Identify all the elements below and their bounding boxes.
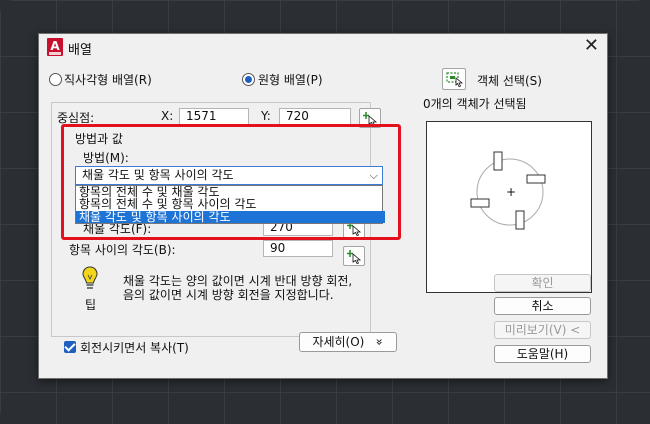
rotate-copy-checkbox[interactable] <box>64 341 76 353</box>
polar-array-radio[interactable] <box>242 73 255 86</box>
lightbulb-icon <box>82 266 98 289</box>
more-button-label: 자세히(O) <box>312 335 365 349</box>
tip-text-line-2: 음의 값이면 시계 방향 회전을 지정합니다. <box>123 288 334 302</box>
item-angle-input[interactable]: 90 <box>263 240 333 257</box>
app-icon-underline <box>49 52 61 55</box>
center-x-input[interactable]: 1571 <box>179 108 249 125</box>
help-button[interactable]: 도움말(H) <box>494 345 591 363</box>
pick-item-angle-button[interactable] <box>343 246 365 266</box>
cancel-button[interactable]: 취소 <box>494 297 591 315</box>
selected-count-status: 0개의 객체가 선택됨 <box>423 97 527 111</box>
preview-item-left <box>470 198 490 208</box>
preview-center-mark: + <box>506 185 516 199</box>
ok-button[interactable]: 확인 <box>494 274 591 292</box>
center-y-label: Y: <box>261 109 271 123</box>
item-angle-label: 항목 사이의 각도(B): <box>69 243 176 257</box>
preview-item-right <box>526 174 546 184</box>
title-bar: A 배열 ✕ <box>39 34 607 61</box>
array-preview-drawing: + <box>470 151 546 230</box>
preview-item-bottom <box>515 210 525 230</box>
rectangular-array-radio[interactable] <box>49 73 62 86</box>
pick-angle-icon <box>347 250 362 264</box>
center-y-input[interactable]: 720 <box>279 108 351 125</box>
autocad-app-icon: A <box>47 38 63 56</box>
rectangular-array-label[interactable]: 직사각형 배열(R) <box>64 71 152 88</box>
rotate-copy-label[interactable]: 회전시키면서 복사(T) <box>80 339 189 356</box>
chevron-double-down-icon: » <box>372 338 387 346</box>
tip-label: 팁 <box>85 298 97 312</box>
select-objects-button[interactable] <box>442 68 466 90</box>
center-x-label: X: <box>161 109 174 123</box>
select-objects-icon <box>446 72 464 87</box>
window-title: 배열 <box>68 43 92 58</box>
select-objects-label: 객체 선택(S) <box>477 74 542 88</box>
more-button[interactable]: 자세히(O) » <box>299 332 397 352</box>
highlight-annotation <box>61 124 401 240</box>
preview-button[interactable]: 미리보기(V) < <box>494 321 591 339</box>
close-icon[interactable]: ✕ <box>584 37 599 55</box>
preview-item-top <box>493 151 503 171</box>
array-dialog: A 배열 ✕ 직사각형 배열(R) 원형 배열(P) 객체 선택(S) 0개의 … <box>38 33 608 379</box>
polar-array-label[interactable]: 원형 배열(P) <box>258 71 323 88</box>
preview-panel: + <box>426 121 592 293</box>
app-icon-letter: A <box>50 39 60 53</box>
